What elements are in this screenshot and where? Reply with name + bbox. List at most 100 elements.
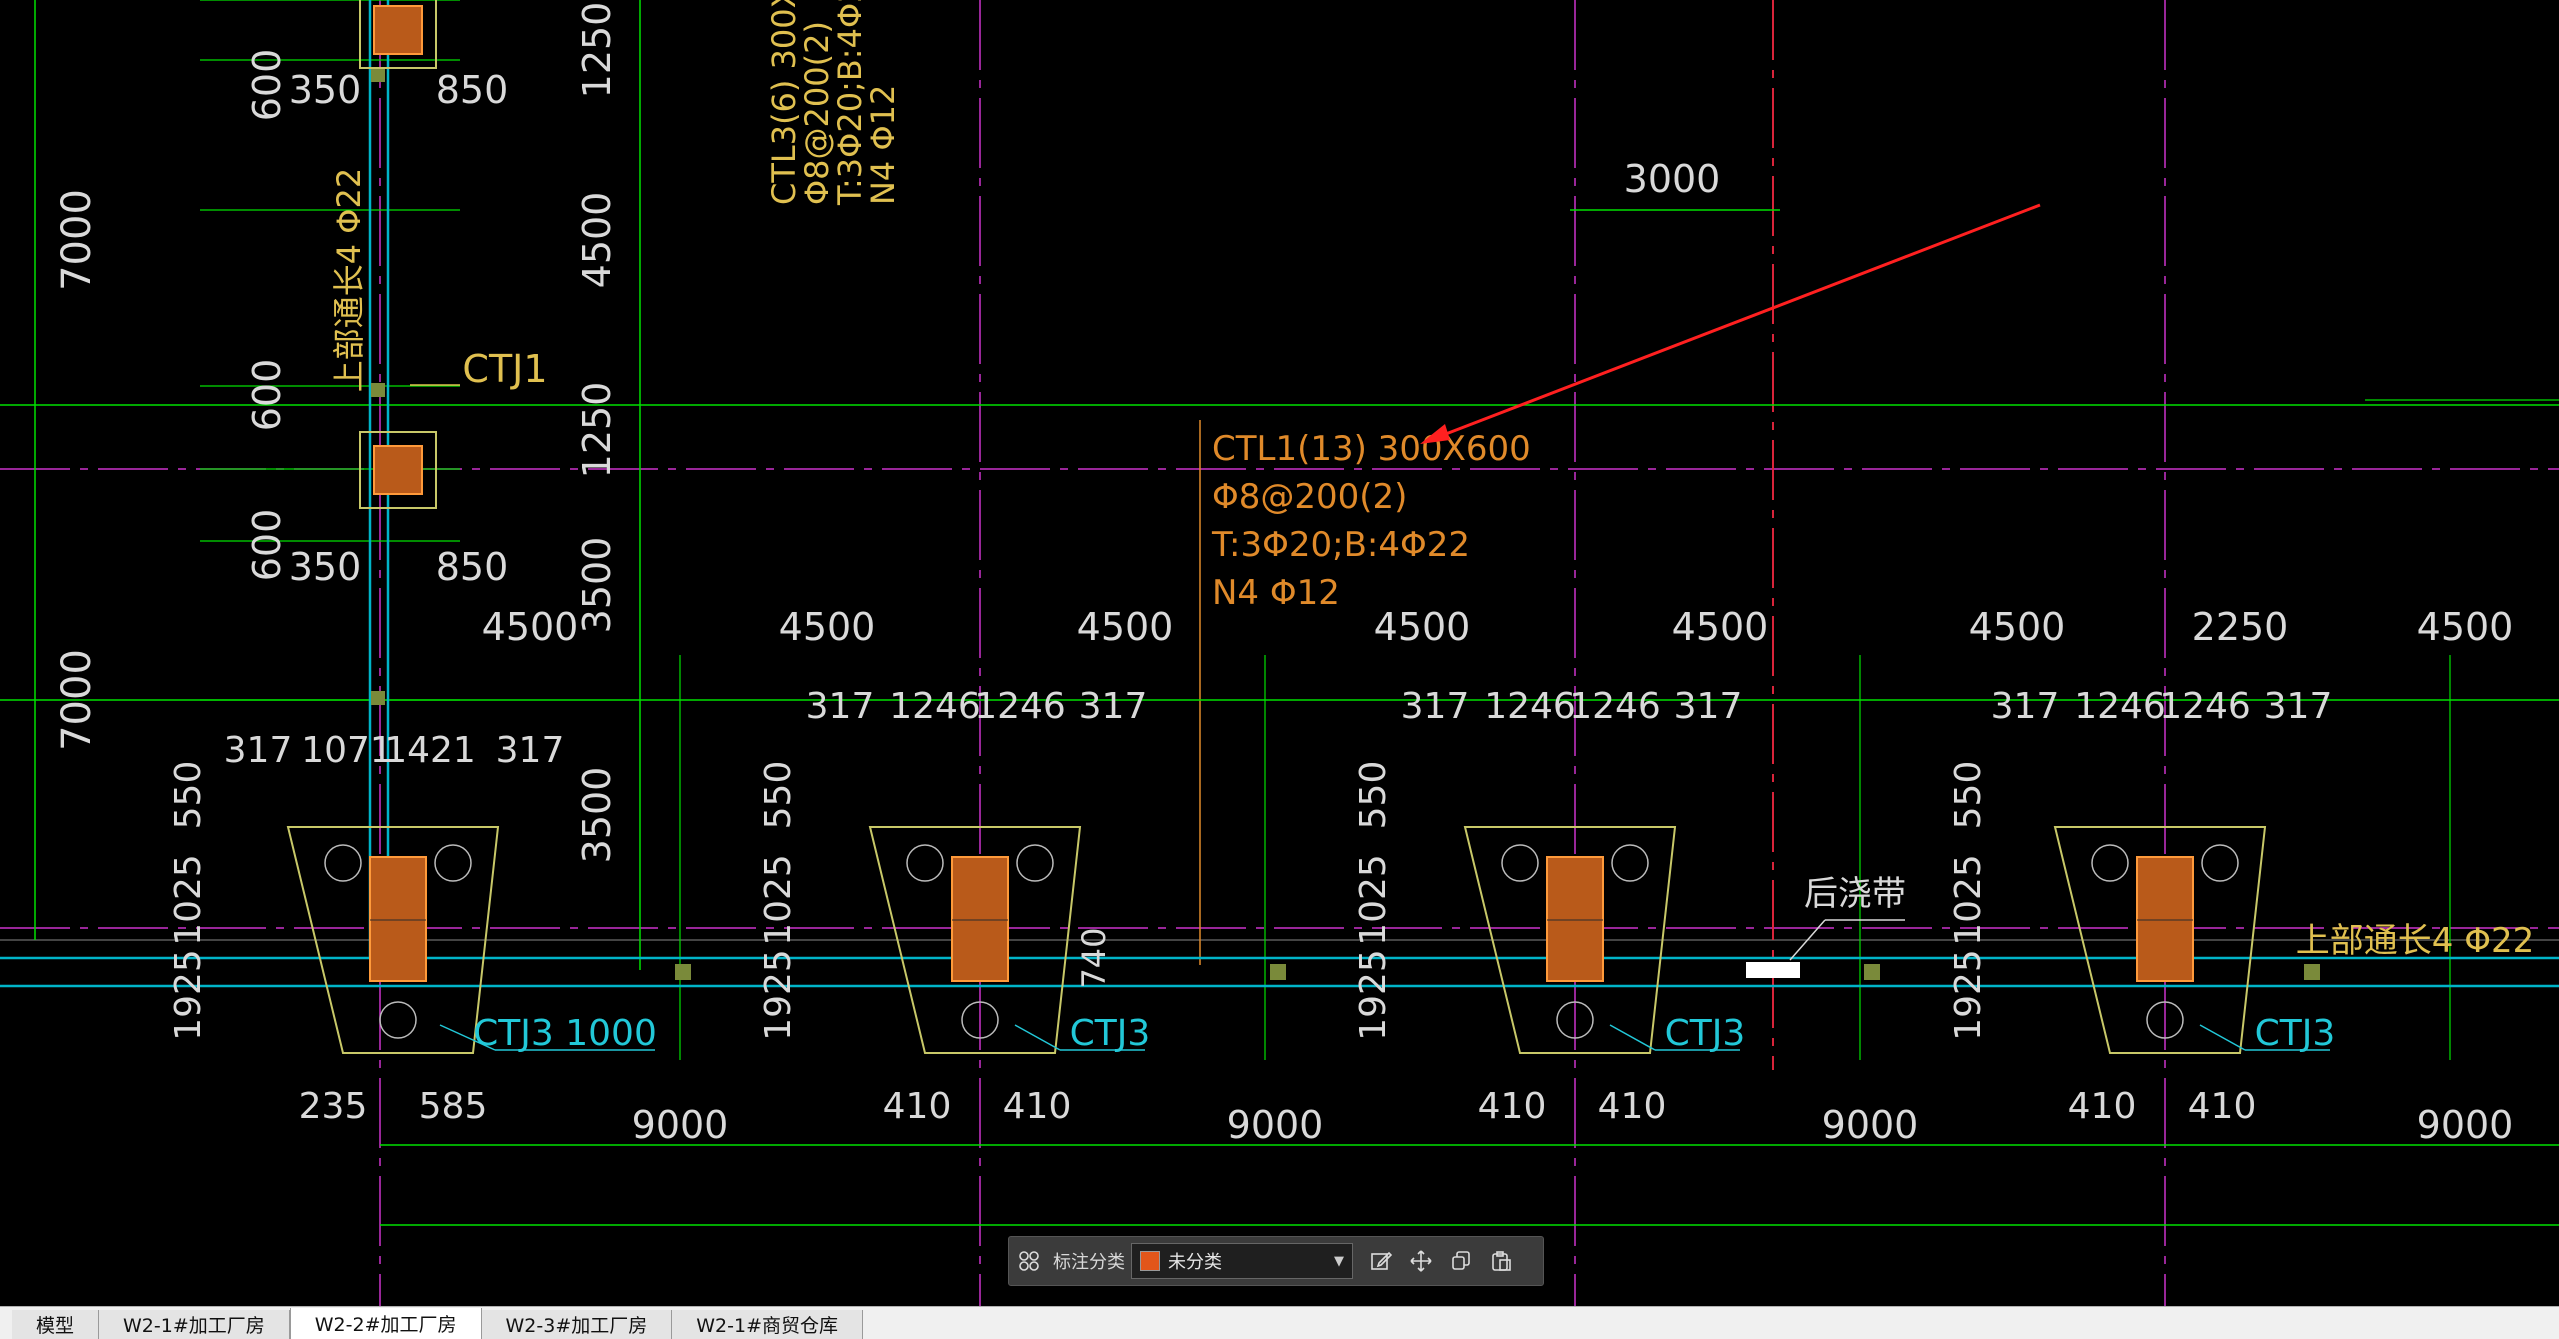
dimension-text: 317	[496, 730, 565, 771]
dimension-text: 1025	[1948, 854, 1989, 946]
pile-column	[1546, 856, 1604, 982]
tab-w2-1-factory[interactable]: W2-1#加工厂房	[99, 1310, 290, 1339]
dimension-text: 410	[1598, 1086, 1667, 1127]
dimension-text: 1246	[2074, 686, 2166, 727]
dimension-text: 600	[245, 509, 289, 582]
dimension-text: 550	[1353, 761, 1394, 830]
pile-column	[2136, 856, 2194, 982]
dimension-text: 410	[1003, 1086, 1072, 1127]
beam-node	[1270, 964, 1286, 980]
dimension-text: 4500	[1374, 605, 1471, 649]
annotation-category-select[interactable]: 未分类 ▼	[1131, 1243, 1353, 1279]
dimension-text: 740	[1075, 927, 1113, 988]
dimension-text: 4500	[482, 605, 579, 649]
dimension-text: 235	[299, 1086, 368, 1127]
dimension-text: 317	[1674, 686, 1743, 727]
chevron-down-icon: ▼	[1334, 1253, 1344, 1269]
layout-tab-bar: 模型 W2-1#加工厂房 W2-2#加工厂房 W2-3#加工厂房 W2-1#商贸…	[0, 1306, 2559, 1339]
dimension-text: 850	[436, 545, 509, 589]
span-dimension-text: 9000	[632, 1103, 729, 1147]
span-dimension-text: 9000	[1227, 1103, 1324, 1147]
beam-node	[2304, 964, 2320, 980]
dimension-text: 317	[1991, 686, 2060, 727]
dimension-text: 1250	[575, 2, 619, 99]
annotation-category-toolbar: 标注分类 未分类 ▼	[1008, 1236, 1544, 1286]
column-section	[373, 5, 423, 55]
dimension-text: 350	[289, 68, 362, 112]
dimension-text: 850	[436, 68, 509, 112]
beam-annotation-line: Φ8@200(2)	[1212, 477, 1407, 517]
tab-model[interactable]: 模型	[12, 1310, 100, 1339]
dimension-text: 1246	[974, 686, 1066, 727]
span-dimension-text: 9000	[1822, 1103, 1919, 1147]
dimension-text: 1071	[301, 730, 393, 771]
dimension-text: 317	[806, 686, 875, 727]
dimension-text: 2250	[2192, 605, 2289, 649]
dimension-text: 1925	[168, 949, 209, 1041]
dimension-text: 350	[289, 545, 362, 589]
beam-annotation-line: T:3Φ20;B:4Φ22	[1211, 525, 1470, 565]
dimension-text: 4500	[2417, 605, 2514, 649]
dimension-text: 1025	[1353, 854, 1394, 946]
copy-icon[interactable]	[1441, 1241, 1481, 1281]
dimension-text: 3000	[1624, 157, 1721, 201]
dimension-text: 550	[168, 761, 209, 830]
dimension-text: 550	[1948, 761, 1989, 830]
dimension-text: 550	[758, 761, 799, 830]
dimension-text: 1250	[575, 382, 619, 479]
beam-node	[371, 691, 385, 705]
dimension-text: 1025	[168, 854, 209, 946]
tab-w2-1-warehouse[interactable]: W2-1#商贸仓库	[672, 1310, 864, 1339]
span-dimension-text: 9000	[2417, 1103, 2514, 1147]
dimension-text: 317	[1401, 686, 1470, 727]
pile-cap-label: CTJ3	[1665, 1013, 1746, 1054]
column-section	[373, 445, 423, 495]
pile-cap-label: CTJ3 1000	[473, 1013, 657, 1054]
paste-icon[interactable]	[1481, 1241, 1521, 1281]
beam-node	[1864, 964, 1880, 980]
post-pour-strip	[1746, 962, 1800, 978]
dimension-text: 410	[2068, 1086, 2137, 1127]
dimension-text: 317	[224, 730, 293, 771]
pile-column	[951, 856, 1009, 982]
dimension-text: 3500	[575, 537, 619, 634]
dimension-text: 4500	[575, 192, 619, 289]
dimension-text: 1246	[2159, 686, 2251, 727]
dimension-text: 317	[2264, 686, 2333, 727]
dimension-text: 1421	[384, 730, 476, 771]
dimension-text: 4500	[1969, 605, 2066, 649]
pile-cap-label: CTJ3	[1070, 1013, 1151, 1054]
beam-node	[371, 68, 385, 82]
dimension-text: 410	[883, 1086, 952, 1127]
dimension-text: 1925	[758, 949, 799, 1041]
dimension-text: 600	[245, 359, 289, 432]
dimension-text: 317	[1079, 686, 1148, 727]
move-icon[interactable]	[1401, 1241, 1441, 1281]
cad-drawing-canvas[interactable]: 600 350 850 12504500600 1250600 350 850 3500350…	[0, 0, 2559, 1306]
dimension-text: 4500	[1077, 605, 1174, 649]
tab-w2-2-factory[interactable]: W2-2#加工厂房	[289, 1308, 482, 1339]
dimension-text: 1246	[889, 686, 981, 727]
dimension-text: 410	[2188, 1086, 2257, 1127]
dimension-text: 585	[419, 1086, 488, 1127]
category-color-swatch	[1140, 1251, 1160, 1271]
dimension-text: 4500	[1672, 605, 1769, 649]
beam-annotation-line: N4 Φ12	[1212, 573, 1340, 613]
dimension-text: 7000	[54, 189, 100, 291]
pile-cap-label: CTJ3	[2255, 1013, 2336, 1054]
dimension-text: 600	[245, 49, 289, 122]
edit-icon[interactable]	[1361, 1241, 1401, 1281]
pile-cap-label: CTJ1	[462, 347, 547, 391]
annotation-category-value: 未分类	[1168, 1252, 1222, 1273]
dimension-text: 3500	[575, 767, 619, 864]
dimension-text: 1925	[1353, 949, 1394, 1041]
dimension-text: 4500	[779, 605, 876, 649]
tab-w2-3-factory[interactable]: W2-3#加工厂房	[481, 1310, 673, 1339]
rebar-note: 上部通长4 Φ22	[2296, 921, 2534, 961]
beam-annotation-line: N4 Φ12	[864, 85, 902, 205]
grid-icon[interactable]	[1009, 1241, 1049, 1281]
annotation-category-label: 标注分类	[1053, 1252, 1125, 1273]
beam-annotation-line: CTL1(13) 300X600	[1212, 429, 1531, 469]
dimension-text: 1925	[1948, 949, 1989, 1041]
rebar-note: 上部通长4 Φ22	[330, 168, 368, 392]
